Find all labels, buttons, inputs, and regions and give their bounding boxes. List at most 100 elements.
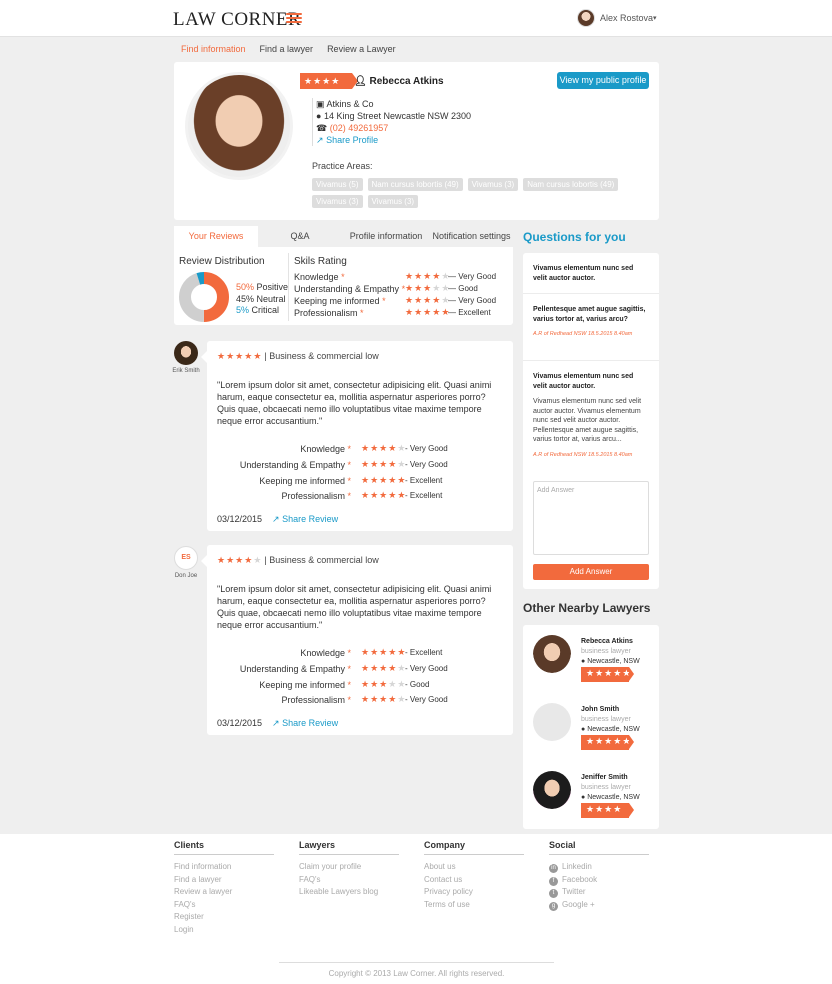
tab-qa[interactable]: Q&A xyxy=(258,226,342,247)
footer-company: Company About us Contact us Privacy poli… xyxy=(424,840,524,911)
location-pin-icon: ● xyxy=(581,726,586,733)
footer-link[interactable]: Claim your profile xyxy=(299,861,399,874)
review-category: | Business & commercial low xyxy=(264,555,379,565)
footer-link[interactable]: Login xyxy=(174,924,274,937)
share-review-link[interactable]: ↗ Share Review xyxy=(272,718,338,729)
location-pin-icon: ● xyxy=(581,794,586,801)
star-icon: ★ xyxy=(226,554,235,565)
nav-review-lawyer[interactable]: Review a Lawyer xyxy=(327,44,396,54)
question-item[interactable]: Vivamus elementum nunc sed velit auctor … xyxy=(533,264,647,283)
footer-lawyers: Lawyers Claim your profile FAQ's Likeabl… xyxy=(299,840,399,899)
skill-label: Keeping me informed xyxy=(259,680,345,690)
star-icon: ★ xyxy=(244,350,253,361)
divider xyxy=(523,293,659,294)
location-pin-icon: ● xyxy=(581,658,586,665)
tab-profile-information[interactable]: Profile information xyxy=(342,226,430,247)
divider xyxy=(523,360,659,361)
practice-tag[interactable]: Nam cursus lobortis (49) xyxy=(367,178,463,191)
star-rating: ★ ★ ★ ★ xyxy=(586,805,621,814)
star-icon: ★ xyxy=(331,76,340,86)
briefcase-icon: ▣ xyxy=(316,99,325,109)
star-rating: ★ ★ ★ ★ xyxy=(304,77,339,86)
footer-link[interactable]: Find information xyxy=(174,861,274,874)
footer-heading: Company xyxy=(424,840,524,855)
footer-link-label: Linkedin xyxy=(562,862,592,871)
phone-number[interactable]: (02) 49261957 xyxy=(330,123,389,133)
star-icon: ★ xyxy=(370,443,379,453)
star-icon: ★ xyxy=(226,350,235,361)
lawyer-name: Jeniffer Smith xyxy=(581,774,628,781)
star-icon: ★ xyxy=(595,804,604,814)
footer-link-facebook[interactable]: f Facebook xyxy=(549,874,649,887)
footer-link[interactable]: Likeable Lawyers blog xyxy=(299,886,399,899)
star-icon: ★ xyxy=(432,283,441,293)
practice-tag[interactable]: Vivamus (5) xyxy=(312,178,363,191)
star-icon: ★ xyxy=(423,307,432,317)
skill-text: - Good xyxy=(405,680,430,689)
rating-ribbon: ★ ★ ★ ★ xyxy=(300,73,358,89)
footer-link[interactable]: FAQ's xyxy=(299,874,399,887)
star-rating: ★ ★ ★ ★ ★ xyxy=(361,491,405,500)
question-title: Vivamus elementum nunc sed velit auctor … xyxy=(533,265,634,282)
nearby-lawyers-card: Rebecca Atkins business lawyer ● Newcast… xyxy=(523,625,659,829)
question-title: Vivamus elementum nunc sed velit auctor … xyxy=(533,373,634,390)
footer-link-google[interactable]: g Google + xyxy=(549,899,649,912)
tab-your-reviews[interactable]: Your Reviews xyxy=(174,226,258,247)
skill-text: - Excellent xyxy=(405,476,443,485)
star-icon: ★ xyxy=(388,443,397,453)
star-rating: ★ ★ ★ ★ ★ xyxy=(361,444,405,453)
logo[interactable]: LAW CORNER xyxy=(173,9,301,31)
questions-title: Questions for you xyxy=(523,230,626,244)
footer-link[interactable]: FAQ's xyxy=(174,899,274,912)
star-icon: ★ xyxy=(405,307,414,317)
lawyer-rating-ribbon: ★ ★ ★ ★ ★ xyxy=(581,667,634,682)
tab-notification-settings[interactable]: Notification settings xyxy=(430,226,513,247)
nearby-lawyer[interactable]: John Smith business lawyer ● Newcastle, … xyxy=(533,703,653,755)
answer-input[interactable]: Add Answer xyxy=(533,481,649,555)
footer-link[interactable]: Terms of use xyxy=(424,899,524,912)
practice-tag[interactable]: Vivamus (3) xyxy=(312,195,363,208)
footer-link[interactable]: Register xyxy=(174,911,274,924)
footer-link[interactable]: Find a lawyer xyxy=(174,874,274,887)
reviewer-don[interactable]: ES Don Joe xyxy=(166,546,206,579)
reviewer-erik[interactable]: Erik Smith xyxy=(166,341,206,374)
practice-tag[interactable]: Vivamus (3) xyxy=(367,195,419,208)
review-footer: 03/12/2015 ↗ Share Review xyxy=(217,514,338,525)
practice-tag[interactable]: Nam cursus lobortis (49) xyxy=(523,178,619,191)
nav-find-lawyer[interactable]: Find a lawyer xyxy=(260,44,314,54)
practice-tag[interactable]: Vivamus (3) xyxy=(467,178,519,191)
star-icon: ★ xyxy=(370,490,379,500)
share-review-link[interactable]: ↗ Share Review xyxy=(272,514,338,525)
star-icon: ★ xyxy=(414,307,423,317)
user-icon: 👤︎ xyxy=(354,76,367,87)
questions-card: Vivamus elementum nunc sed velit auctor … xyxy=(523,253,659,589)
footer-clients: Clients Find information Find a lawyer R… xyxy=(174,840,274,936)
skill-label: Professionalism xyxy=(281,491,345,501)
lawyer-type: business lawyer xyxy=(581,648,631,655)
footer-link[interactable]: About us xyxy=(424,861,524,874)
footer-link-linkedin[interactable]: in Linkedin xyxy=(549,861,649,874)
footer-link-twitter[interactable]: t Twitter xyxy=(549,886,649,899)
skill-text: — Very Good xyxy=(448,296,497,305)
question-item[interactable]: Pellentesque amet augue sagittis, varius… xyxy=(533,305,647,340)
question-item[interactable]: Vivamus elementum nunc sed velit auctor … xyxy=(533,372,647,460)
main-nav: Find information Find a lawyer Review a … xyxy=(181,44,396,68)
footer-link[interactable]: Contact us xyxy=(424,874,524,887)
nearby-lawyer[interactable]: Rebecca Atkins business lawyer ● Newcast… xyxy=(533,635,653,687)
user-menu[interactable]: Alex Rostova ▾ xyxy=(577,9,657,27)
reviewer-name: Erik Smith xyxy=(172,368,200,374)
nav-find-information[interactable]: Find information xyxy=(181,44,246,68)
footer-link-label: Facebook xyxy=(562,874,598,884)
footer-link[interactable]: Privacy policy xyxy=(424,886,524,899)
share-profile-link[interactable]: Share Profile xyxy=(326,135,378,145)
nearby-lawyer[interactable]: Jeniffer Smith business lawyer ● Newcast… xyxy=(533,771,653,823)
review-date: 03/12/2015 xyxy=(217,514,263,524)
critical-label: Critical xyxy=(251,305,280,315)
footer-link[interactable]: Review a lawyer xyxy=(174,886,274,899)
footer-social: Social in Linkedin f Facebook t Twitter g Go… xyxy=(549,840,649,911)
view-public-profile-button[interactable]: View my public profile xyxy=(557,72,649,89)
star-rating: ★ ★ ★ ★ ★ xyxy=(405,296,449,305)
add-answer-button[interactable]: Add Answer xyxy=(533,564,649,580)
user-avatar xyxy=(577,9,595,27)
star-icon: ★ xyxy=(388,490,397,500)
